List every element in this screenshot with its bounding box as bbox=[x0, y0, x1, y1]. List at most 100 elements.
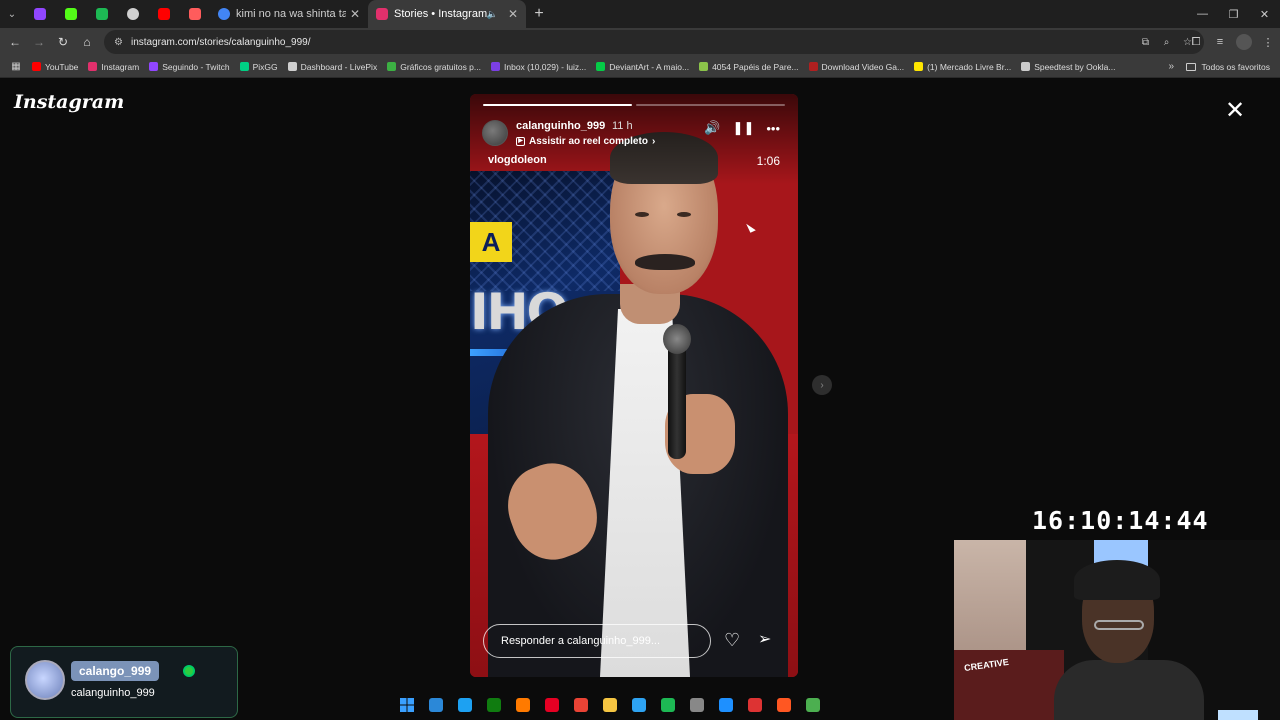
taskbar-app-icon[interactable] bbox=[421, 693, 450, 717]
taskbar-app-icon[interactable] bbox=[682, 693, 711, 717]
bookmark-item[interactable]: PixGG bbox=[239, 62, 278, 72]
address-bar[interactable]: ⚙ instagram.com/stories/calanguinho_999/… bbox=[104, 30, 1204, 54]
bookmark-item[interactable]: DeviantArt - A maio... bbox=[596, 62, 689, 72]
bookmark-item[interactable]: YouTube bbox=[32, 62, 78, 72]
pinned-tab-kick[interactable] bbox=[55, 0, 86, 28]
extensions-icon[interactable]: ⧠ bbox=[1184, 36, 1208, 49]
bookmark-item[interactable]: Inbox (10,029) - luiz... bbox=[491, 62, 586, 72]
minimize-icon[interactable]: — bbox=[1187, 0, 1218, 28]
kick-icon bbox=[64, 8, 77, 20]
bookmark-item[interactable]: Speedtest by Ookla... bbox=[1021, 62, 1115, 72]
bookmark-item[interactable]: Dashboard - LivePix bbox=[287, 62, 377, 72]
more-bookmarks-icon[interactable]: » bbox=[1168, 61, 1174, 72]
bookmark-label: YouTube bbox=[45, 61, 79, 72]
close-window-icon[interactable]: ✕ bbox=[1249, 0, 1280, 28]
taskbar-app-icon[interactable] bbox=[711, 693, 740, 717]
taskbar-app-icon[interactable] bbox=[508, 693, 537, 717]
bookmark-label: Gráficos gratuitos p... bbox=[400, 61, 481, 72]
tab-title: kimi no na wa shinta takagi - P bbox=[236, 8, 346, 20]
bookmark-item[interactable]: Seguindo - Twitch bbox=[149, 62, 230, 72]
next-story-arrow-icon[interactable]: › bbox=[812, 375, 832, 395]
presenter-eye bbox=[635, 212, 649, 217]
taskbar-app-icon[interactable] bbox=[595, 693, 624, 717]
browser-toolbar: ← → ↻ ⌂ ⚙ instagram.com/stories/calangui… bbox=[0, 28, 1280, 56]
profile-avatar[interactable] bbox=[1236, 34, 1252, 50]
back-icon[interactable]: ← bbox=[3, 28, 27, 56]
bookmark-label: Inbox (10,029) - luiz... bbox=[504, 61, 587, 72]
bookmark-favicon-icon bbox=[32, 62, 41, 71]
taskbar-app-icon[interactable] bbox=[769, 693, 798, 717]
forward-icon[interactable]: → bbox=[27, 28, 51, 56]
restore-icon[interactable]: ❐ bbox=[1218, 0, 1249, 28]
bookmark-favicon-icon bbox=[808, 62, 818, 71]
story-progress bbox=[483, 104, 785, 106]
story-username[interactable]: calanguinho_999 bbox=[516, 120, 605, 132]
pinned-tab-twitch[interactable] bbox=[24, 0, 55, 28]
webcam-device bbox=[1218, 710, 1258, 720]
pause-icon[interactable]: ❚❚ bbox=[733, 120, 755, 136]
toolbar-right: ⧠ ≡ ⋮ bbox=[1184, 28, 1280, 56]
bookmark-item[interactable]: Download Video Ga... bbox=[808, 62, 904, 72]
all-bookmarks-button[interactable]: Todos os favoritos bbox=[1186, 62, 1270, 72]
taskbar-app-icon[interactable] bbox=[740, 693, 769, 717]
story-user-avatar[interactable] bbox=[482, 120, 508, 146]
windows-logo-icon bbox=[399, 698, 414, 712]
bookmark-item[interactable]: Instagram bbox=[88, 62, 139, 72]
taskbar-app-icon[interactable] bbox=[624, 693, 653, 717]
taskbar-app-icon[interactable] bbox=[566, 693, 595, 717]
tab-instagram-stories[interactable]: Stories • Instagram 🔈 ✕ bbox=[368, 0, 526, 28]
taskbar-app-icon[interactable] bbox=[450, 693, 479, 717]
bookmark-favicon-icon bbox=[491, 62, 500, 71]
taskbar-app-icon[interactable] bbox=[798, 693, 827, 717]
taskbar-app-icon[interactable] bbox=[653, 693, 682, 717]
taskbar-app-icon[interactable] bbox=[537, 693, 566, 717]
app-glyph-icon bbox=[718, 698, 733, 712]
volume-icon[interactable]: 🔊 bbox=[704, 120, 720, 136]
story-viewer[interactable]: A IHO calanguinho_999 11 h ▶ Assistir ao… bbox=[470, 94, 798, 677]
presenter-eye bbox=[677, 212, 691, 217]
close-tab-icon[interactable]: ✕ bbox=[508, 7, 518, 21]
instagram-logo[interactable]: Instagram bbox=[14, 91, 124, 113]
streamer-glasses bbox=[1094, 620, 1144, 630]
bookmark-favicon-icon bbox=[914, 62, 924, 71]
app-glyph-icon bbox=[660, 698, 675, 712]
tab-search-icon[interactable]: ⌄ bbox=[0, 0, 24, 28]
media-icon[interactable]: ≡ bbox=[1208, 36, 1232, 48]
windows-start-icon[interactable] bbox=[392, 693, 421, 717]
install-app-icon[interactable]: ⧉ bbox=[1135, 37, 1156, 48]
bookmark-item[interactable]: Gráficos gratuitos p... bbox=[387, 62, 481, 72]
taskbar-app-icon[interactable] bbox=[479, 693, 508, 717]
bookmark-item[interactable]: (1) Mercado Livre Br... bbox=[914, 62, 1011, 72]
home-icon[interactable]: ⌂ bbox=[75, 28, 99, 56]
pinned-tab-generic[interactable] bbox=[117, 0, 148, 28]
app-glyph-icon bbox=[573, 698, 588, 712]
pinned-tab-extension[interactable] bbox=[86, 0, 117, 28]
app-glyph-icon bbox=[515, 698, 530, 712]
new-tab-button[interactable]: + bbox=[526, 5, 552, 23]
tab-google-search[interactable]: kimi no na wa shinta takagi - P ✕ bbox=[210, 0, 368, 28]
close-tab-icon[interactable]: ✕ bbox=[350, 7, 360, 21]
zoom-icon[interactable]: ⌕ bbox=[1156, 37, 1177, 48]
speaker-icon[interactable]: 🔈 bbox=[487, 9, 498, 20]
app-glyph-icon bbox=[486, 698, 501, 712]
reload-icon[interactable]: ↻ bbox=[51, 28, 75, 56]
pinned-tab-other[interactable] bbox=[179, 0, 210, 28]
eye-icon bbox=[95, 8, 108, 20]
pinned-tab-youtube[interactable] bbox=[148, 0, 179, 28]
bookmark-label: Speedtest by Ookla... bbox=[1034, 61, 1116, 72]
window-controls: — ❐ ✕ bbox=[1187, 0, 1280, 28]
story-reply-input[interactable]: Responder a calanguinho_999... bbox=[483, 624, 711, 658]
streamer-body bbox=[1054, 660, 1204, 720]
send-direct-icon[interactable]: ➢ bbox=[758, 630, 771, 650]
more-options-icon[interactable]: ••• bbox=[766, 121, 780, 136]
tab-title: Stories • Instagram bbox=[394, 8, 487, 20]
like-heart-icon[interactable]: ♡ bbox=[724, 630, 740, 650]
bookmark-label: DeviantArt - A maio... bbox=[609, 61, 690, 72]
watch-full-reel-link[interactable]: ▶ Assistir ao reel completo › bbox=[516, 136, 655, 147]
menu-icon[interactable]: ⋮ bbox=[1256, 36, 1280, 49]
apps-grid-icon[interactable]: ▦ bbox=[0, 61, 32, 72]
site-info-icon[interactable]: ⚙ bbox=[114, 37, 123, 48]
close-stories-icon[interactable]: ✕ bbox=[1225, 99, 1245, 123]
presenter-mustache bbox=[635, 254, 695, 270]
bookmark-item[interactable]: 4054 Papéis de Pare... bbox=[699, 62, 799, 72]
